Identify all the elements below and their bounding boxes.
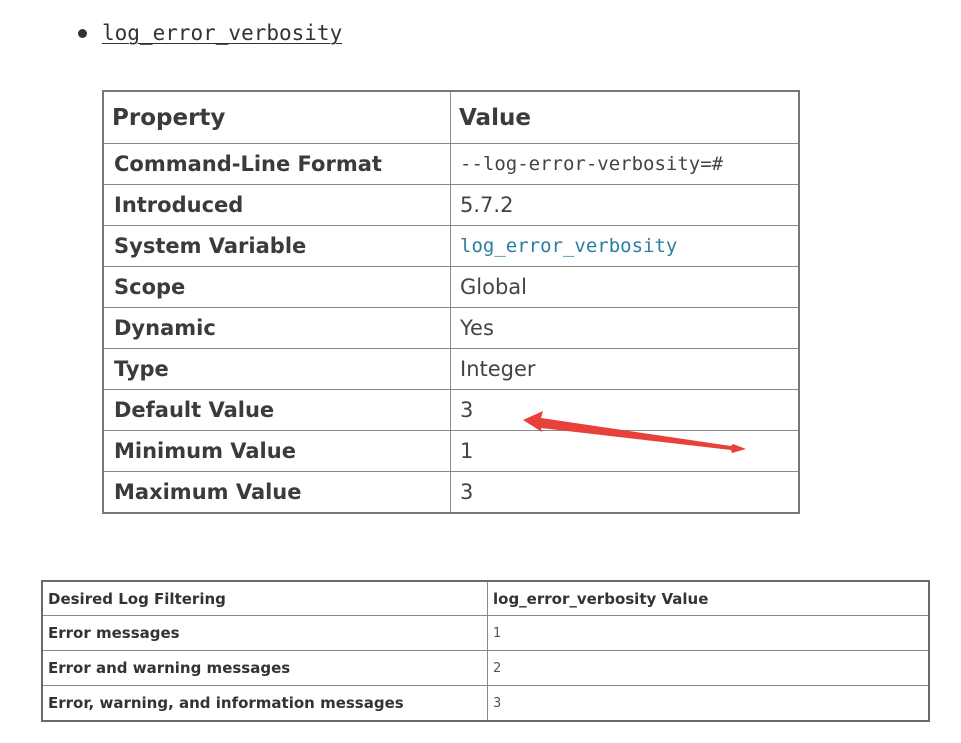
table-header-row: Desired Log Filtering log_error_verbosit…: [41, 580, 930, 616]
property-name: Type: [102, 348, 451, 390]
table-row: Default Value 3: [102, 389, 800, 431]
property-name: Dynamic: [102, 307, 451, 349]
log-filtering-table: Desired Log Filtering log_error_verbosit…: [41, 580, 930, 722]
table-row: Dynamic Yes: [102, 307, 800, 349]
property-value: 1: [450, 430, 800, 472]
filtering-description: Error messages: [41, 615, 488, 651]
property-name: System Variable: [102, 225, 451, 267]
table-row: Maximum Value 3: [102, 471, 800, 514]
table-row: Scope Global: [102, 266, 800, 308]
header-verbosity-value: log_error_verbosity Value: [487, 580, 930, 616]
property-name: Default Value: [102, 389, 451, 431]
header-desired-log-filtering: Desired Log Filtering: [41, 580, 488, 616]
header-value: Value: [450, 90, 800, 144]
table-row: Introduced 5.7.2: [102, 184, 800, 226]
property-name: Scope: [102, 266, 451, 308]
option-heading: log_error_verbosity: [78, 18, 342, 48]
property-table: Property Value Command-Line Format --log…: [102, 90, 800, 514]
bullet-icon: [78, 28, 87, 38]
verbosity-value: 3: [487, 685, 930, 722]
property-value: Yes: [450, 307, 800, 349]
property-value: 3: [450, 389, 800, 431]
property-value: Global: [450, 266, 800, 308]
property-name: Command-Line Format: [102, 143, 451, 185]
property-value: 3: [450, 471, 800, 514]
system-variable-link[interactable]: log_error_verbosity: [450, 225, 800, 267]
table-header-row: Property Value: [102, 90, 800, 144]
property-name: Minimum Value: [102, 430, 451, 472]
verbosity-value: 2: [487, 650, 930, 686]
filtering-description: Error and warning messages: [41, 650, 488, 686]
table-row: Error, warning, and information messages…: [41, 685, 930, 722]
table-row: Error and warning messages 2: [41, 650, 930, 686]
property-value: Integer: [450, 348, 800, 390]
header-property: Property: [102, 90, 451, 144]
table-row: Minimum Value 1: [102, 430, 800, 472]
property-name: Maximum Value: [102, 471, 451, 514]
property-value: --log-error-verbosity=#: [450, 143, 800, 185]
option-name-link[interactable]: log_error_verbosity: [102, 21, 342, 45]
table-row: Type Integer: [102, 348, 800, 390]
verbosity-value: 1: [487, 615, 930, 651]
table-row: System Variable log_error_verbosity: [102, 225, 800, 267]
filtering-description: Error, warning, and information messages: [41, 685, 488, 722]
table-row: Command-Line Format --log-error-verbosit…: [102, 143, 800, 185]
property-name: Introduced: [102, 184, 451, 226]
table-row: Error messages 1: [41, 615, 930, 651]
property-value: 5.7.2: [450, 184, 800, 226]
